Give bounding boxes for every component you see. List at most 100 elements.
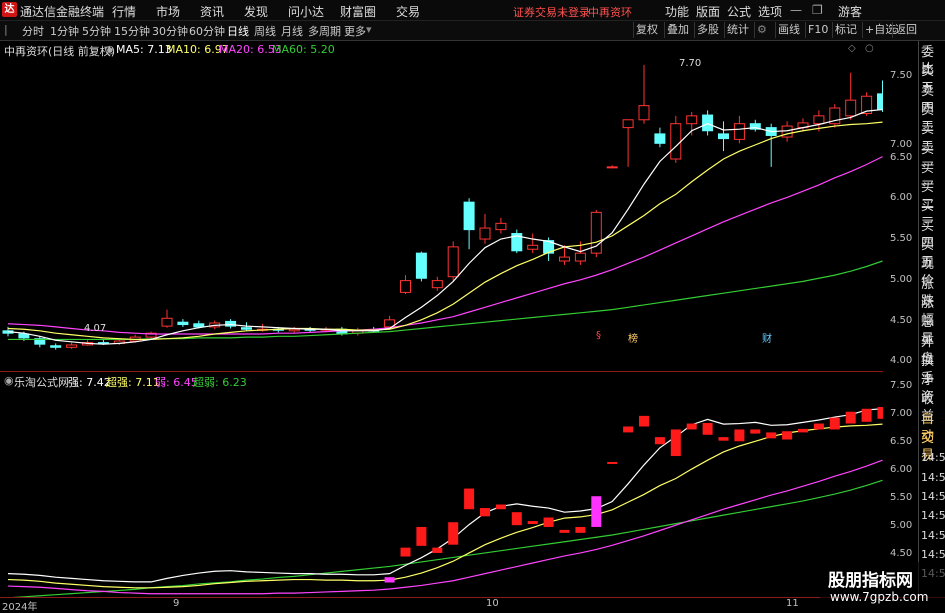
period-monthly[interactable]: 月线 xyxy=(281,23,303,39)
btn-fuquan[interactable]: 复权 xyxy=(633,22,660,38)
watermark-url: www.7gpzb.com xyxy=(830,590,929,604)
period-15min[interactable]: 15分钟 xyxy=(114,23,150,39)
indicator-chart[interactable]: ◉ 乐淘公式网 强: 7.42 超强: 7.11 弱: 6.45 超弱: 6.2… xyxy=(0,372,912,597)
period-30min[interactable]: 30分钟 xyxy=(152,23,188,39)
candle-body[interactable] xyxy=(702,114,714,132)
candle-body[interactable] xyxy=(66,344,78,348)
finance-marker[interactable]: 财 xyxy=(762,330,772,345)
period-fenshi[interactable]: 分时 xyxy=(22,23,44,39)
side-panel-item[interactable]: 14:56 xyxy=(921,507,945,524)
indicator-bar xyxy=(495,504,506,510)
candle-body[interactable] xyxy=(733,123,745,140)
indicator-settings-icon[interactable]: ◉ xyxy=(4,374,14,387)
menu-banmian[interactable]: 版面 xyxy=(696,3,720,20)
period-multi[interactable]: 多周期 xyxy=(308,23,341,39)
side-panel-item[interactable]: 14:56 xyxy=(921,527,945,544)
high-price-label: 7.70 xyxy=(679,58,702,69)
settings-icon[interactable]: ⚙ xyxy=(754,22,777,38)
indicator-bar xyxy=(575,526,586,533)
main-chart[interactable]: 中再资环(日线 前复权) ◉ MA5: 7.13 MA10: 6.97 MA20… xyxy=(0,41,912,372)
chevron-down-icon[interactable]: ▾ xyxy=(366,23,372,36)
ma10-line xyxy=(7,121,883,341)
side-panel-item[interactable]: 14:56 xyxy=(921,449,945,466)
login-warning[interactable]: 证券交易未登录 xyxy=(513,4,590,20)
date-label: 2024年 xyxy=(2,602,38,613)
menu-jiaoyi[interactable]: 交易 xyxy=(396,3,420,20)
candle-body[interactable] xyxy=(527,244,539,250)
menu-caifuquan[interactable]: 财富圈 xyxy=(340,3,376,20)
y-tick: 6.50 xyxy=(890,152,913,163)
candle-body[interactable] xyxy=(415,252,427,279)
menu-hangqing[interactable]: 行情 xyxy=(112,3,136,20)
app-name: 通达信金融终端 xyxy=(20,5,105,19)
period-60min[interactable]: 60分钟 xyxy=(189,23,225,39)
candle-body[interactable] xyxy=(718,133,729,140)
menu-gongshi[interactable]: 公式 xyxy=(727,3,751,20)
candle-body[interactable] xyxy=(288,328,300,332)
candle-body[interactable] xyxy=(845,99,857,117)
menu-xuanxiang[interactable]: 选项 xyxy=(758,3,782,20)
candle-body[interactable] xyxy=(622,119,634,129)
candle-body[interactable] xyxy=(654,133,666,144)
candle-body[interactable] xyxy=(813,115,825,125)
candle-body[interactable] xyxy=(606,166,618,169)
indicator-bar xyxy=(432,547,443,553)
side-panel-item[interactable]: 14:56 xyxy=(921,469,945,486)
indicator-bar xyxy=(559,529,570,533)
period-weekly[interactable]: 周线 xyxy=(254,23,276,39)
indicator-bar xyxy=(750,429,761,434)
restore-icon[interactable]: ❐ xyxy=(812,3,823,17)
candle-body[interactable] xyxy=(161,317,173,327)
event-marker[interactable]: § xyxy=(596,330,601,341)
period-5min[interactable]: 5分钟 xyxy=(82,23,111,39)
period-more[interactable]: 更多 xyxy=(344,23,366,39)
candle-body[interactable] xyxy=(431,280,443,289)
period-1min[interactable]: 1分钟 xyxy=(50,23,79,39)
indicator-bar xyxy=(702,422,713,435)
candle-body[interactable] xyxy=(479,227,491,240)
candle-body[interactable] xyxy=(495,222,507,231)
side-panel-item[interactable]: 14:56 xyxy=(921,546,945,563)
btn-f10[interactable]: F10 xyxy=(805,22,830,38)
indicator-bar xyxy=(400,547,411,557)
diamond-icon[interactable]: ◇ xyxy=(848,43,856,54)
menu-gongneng[interactable]: 功能 xyxy=(665,3,689,20)
candle-body[interactable] xyxy=(574,252,586,262)
menu-zixun[interactable]: 资讯 xyxy=(200,3,224,20)
menu-faxian[interactable]: 发现 xyxy=(244,3,268,20)
quote-side-panel[interactable]: 委比 卖五 卖四 卖三 卖二 卖一 买一 买二 买三 买四 买五 现价 涨跌 涨幅 总量 外盘 换手 净资 收益 自动… xyxy=(918,41,945,597)
side-panel-item[interactable]: 14:56 xyxy=(921,488,945,505)
candle-body[interactable] xyxy=(559,256,570,262)
candle-body[interactable] xyxy=(686,115,698,125)
btn-back[interactable]: 返回 xyxy=(892,22,919,38)
btn-tongji[interactable]: 统计 xyxy=(724,22,751,38)
candle-body[interactable] xyxy=(177,321,189,326)
minimize-icon[interactable]: — xyxy=(790,3,802,17)
btn-biaoji[interactable]: 标记 xyxy=(832,22,859,38)
period-daily[interactable]: 日线 xyxy=(227,23,249,39)
candle-body[interactable] xyxy=(50,345,62,348)
watermark-title: 股朋指标网 xyxy=(828,571,913,591)
candle-body[interactable] xyxy=(638,105,650,121)
menu-wenxiaoda[interactable]: 问小达 xyxy=(288,3,324,20)
candle-body[interactable] xyxy=(463,201,475,231)
y-tick: 5.50 xyxy=(890,492,913,503)
candle-body[interactable] xyxy=(447,246,459,278)
candle-body[interactable] xyxy=(18,333,30,339)
y-tick: 5.00 xyxy=(890,274,913,285)
btn-duogu[interactable]: 多股 xyxy=(694,22,721,38)
ranking-marker[interactable]: 榜 xyxy=(628,330,638,345)
expand-icon[interactable]: | xyxy=(4,23,8,36)
menu-shichang[interactable]: 市场 xyxy=(156,3,180,20)
btn-diejia[interactable]: 叠加 xyxy=(664,22,691,38)
guest-label[interactable]: 游客 xyxy=(838,3,862,20)
indicator-bar xyxy=(511,512,522,526)
circle-icon[interactable]: ○ xyxy=(865,43,874,54)
candle-body[interactable] xyxy=(877,93,884,111)
candle-body[interactable] xyxy=(193,323,205,328)
chart-settings-icon[interactable]: ◉ xyxy=(105,43,115,56)
btn-huaxian[interactable]: 画线 xyxy=(775,22,802,38)
candle-body[interactable] xyxy=(670,123,682,160)
candle-body[interactable] xyxy=(400,280,411,293)
candle-body[interactable] xyxy=(241,327,252,330)
